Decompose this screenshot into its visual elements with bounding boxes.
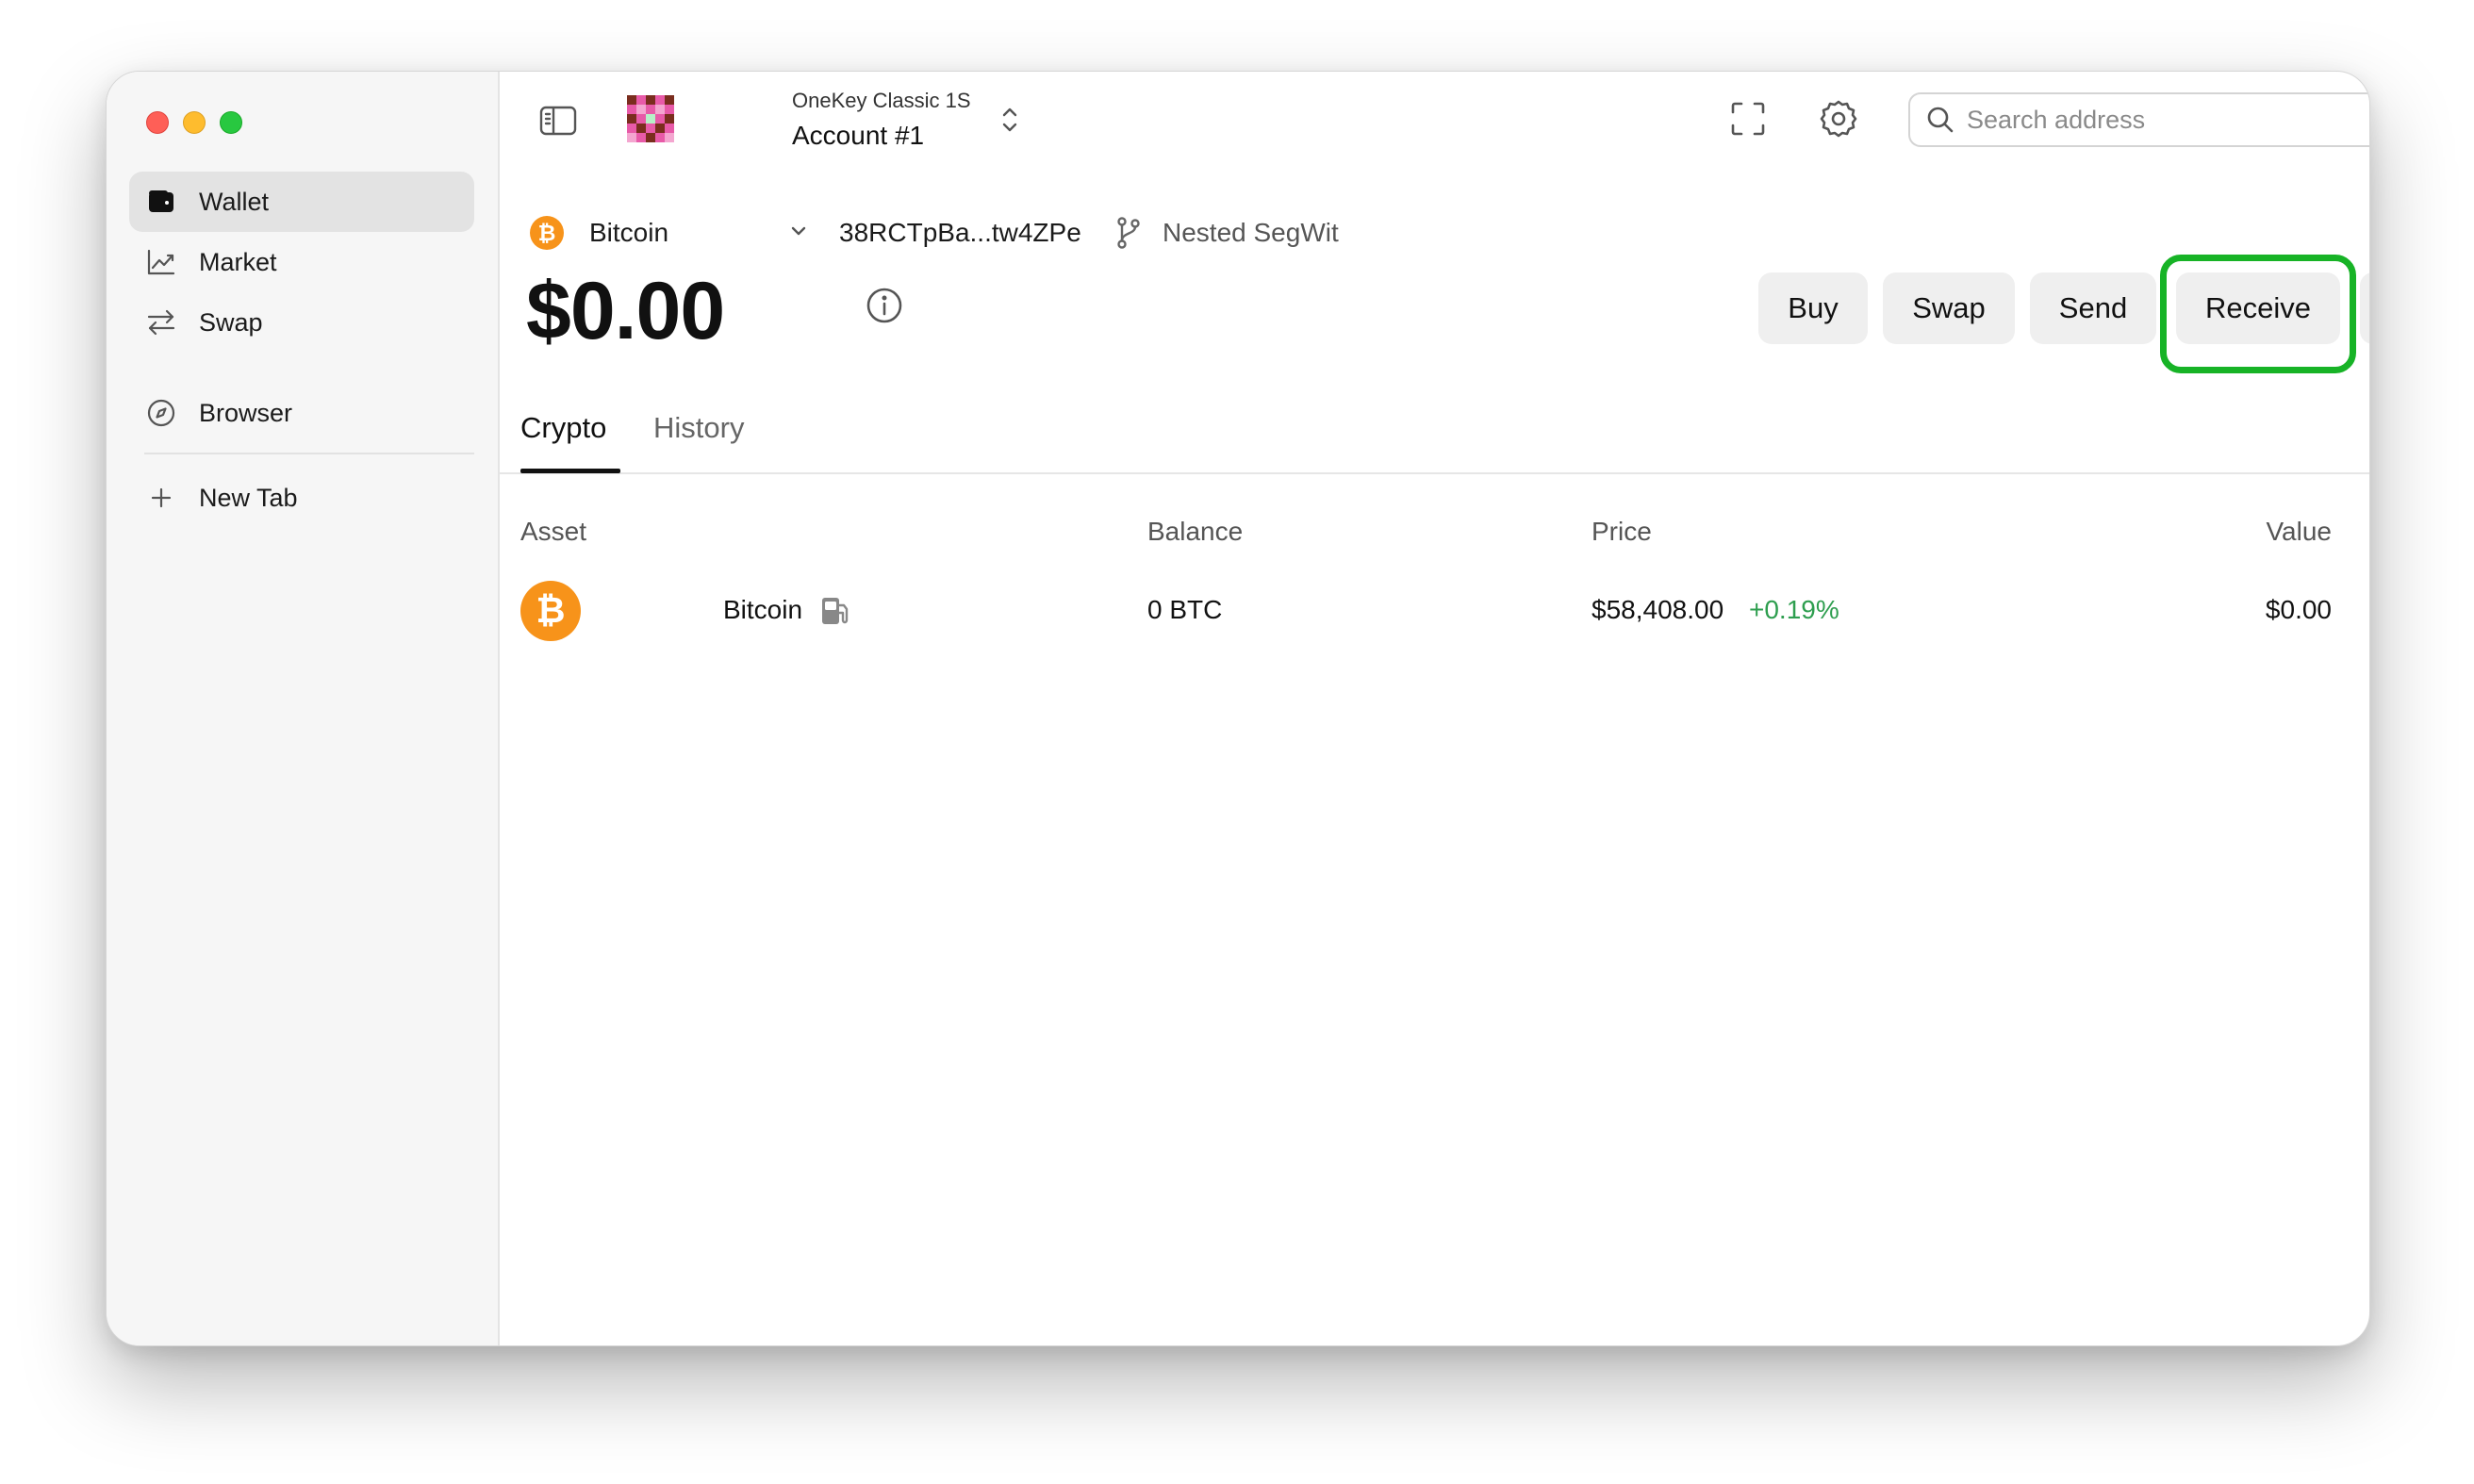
address-type: Nested SegWit — [1163, 218, 1339, 247]
minimize-window-button[interactable] — [183, 111, 206, 134]
sidebar-item-market[interactable]: Market — [129, 232, 474, 292]
wallet-address[interactable]: 38RCTpBa...tw4ZPe — [839, 218, 1081, 248]
account-info-row: ₿ Bitcoin 38RCTpBa...tw4ZPe Nested SegWi… — [500, 208, 1348, 256]
swap-button[interactable]: Swap — [1883, 272, 2015, 344]
bitcoin-icon: ₿ — [520, 581, 581, 641]
tab-crypto[interactable]: Crypto — [520, 411, 606, 445]
close-window-button[interactable] — [146, 111, 169, 134]
compass-icon — [144, 396, 178, 430]
column-header-value: Value — [2266, 517, 2332, 546]
arrows-swap-icon — [144, 305, 178, 339]
settings-button[interactable] — [1817, 99, 1860, 142]
account-name: Account #1 — [792, 121, 925, 150]
window-controls — [146, 111, 242, 134]
asset-balance: 0 BTC — [1147, 595, 1223, 624]
chevron-down-icon — [787, 220, 810, 247]
zoom-window-button[interactable] — [220, 111, 242, 134]
new-tab-button[interactable]: New Tab — [129, 468, 474, 528]
sidebar-item-browser[interactable]: Browser — [129, 383, 474, 443]
total-balance: $0.00 — [526, 266, 725, 356]
more-options-button[interactable] — [2360, 272, 2369, 344]
sidebar-divider — [144, 453, 474, 454]
sidebar-item-label: Wallet — [199, 187, 270, 216]
wallet-icon — [144, 185, 178, 219]
receive-highlight-box — [2160, 255, 2356, 373]
device-name: OneKey Classic 1S — [792, 89, 971, 112]
send-button[interactable]: Send — [2030, 272, 2156, 344]
column-header-balance: Balance — [1147, 517, 1244, 546]
network-name: Bitcoin — [589, 218, 669, 247]
expand-icon — [1729, 100, 1767, 142]
main-content: OneKey Classic 1S Account #1 ₿ — [500, 72, 2369, 1345]
bitcoin-icon: ₿ — [530, 216, 564, 250]
sidebar-toggle-icon — [538, 105, 578, 141]
gas-pump-icon — [819, 594, 851, 633]
asset-name: Bitcoin — [723, 595, 803, 624]
tab-history[interactable]: History — [653, 411, 744, 445]
app-window: Wallet Market Swap Browser New Tab OneKe… — [106, 71, 2370, 1346]
tabs-divider — [500, 472, 2369, 474]
column-header-asset: Asset — [520, 517, 587, 546]
price-change: +0.19% — [1749, 595, 1839, 624]
chart-line-icon — [144, 245, 178, 279]
sidebar-item-label: Market — [199, 247, 277, 276]
git-branch-icon — [1114, 216, 1143, 255]
search-box[interactable] — [1908, 92, 2369, 147]
sidebar-item-label: Browser — [199, 398, 293, 427]
search-input[interactable] — [1965, 104, 2369, 136]
new-tab-label: New Tab — [199, 483, 298, 512]
sidebar-item-swap[interactable]: Swap — [129, 292, 474, 353]
sidebar: Wallet Market Swap Browser New Tab — [107, 72, 500, 1345]
info-icon[interactable] — [866, 287, 903, 329]
search-icon — [1925, 105, 1955, 135]
column-header-price: Price — [1592, 517, 1652, 546]
chevron-up-down-icon — [999, 104, 1020, 140]
asset-price: $58,408.00 — [1592, 595, 1724, 624]
active-tab-indicator — [520, 469, 620, 473]
asset-value: $0.00 — [2265, 595, 2332, 624]
buy-button[interactable]: Buy — [1758, 272, 1868, 344]
fullscreen-button[interactable] — [1727, 100, 1769, 141]
gear-icon — [1818, 98, 1859, 144]
account-avatar — [627, 95, 674, 142]
plus-icon — [144, 481, 178, 515]
toggle-sidebar-button[interactable] — [537, 104, 579, 141]
sidebar-item-wallet[interactable]: Wallet — [129, 172, 474, 232]
sidebar-item-label: Swap — [199, 307, 263, 337]
